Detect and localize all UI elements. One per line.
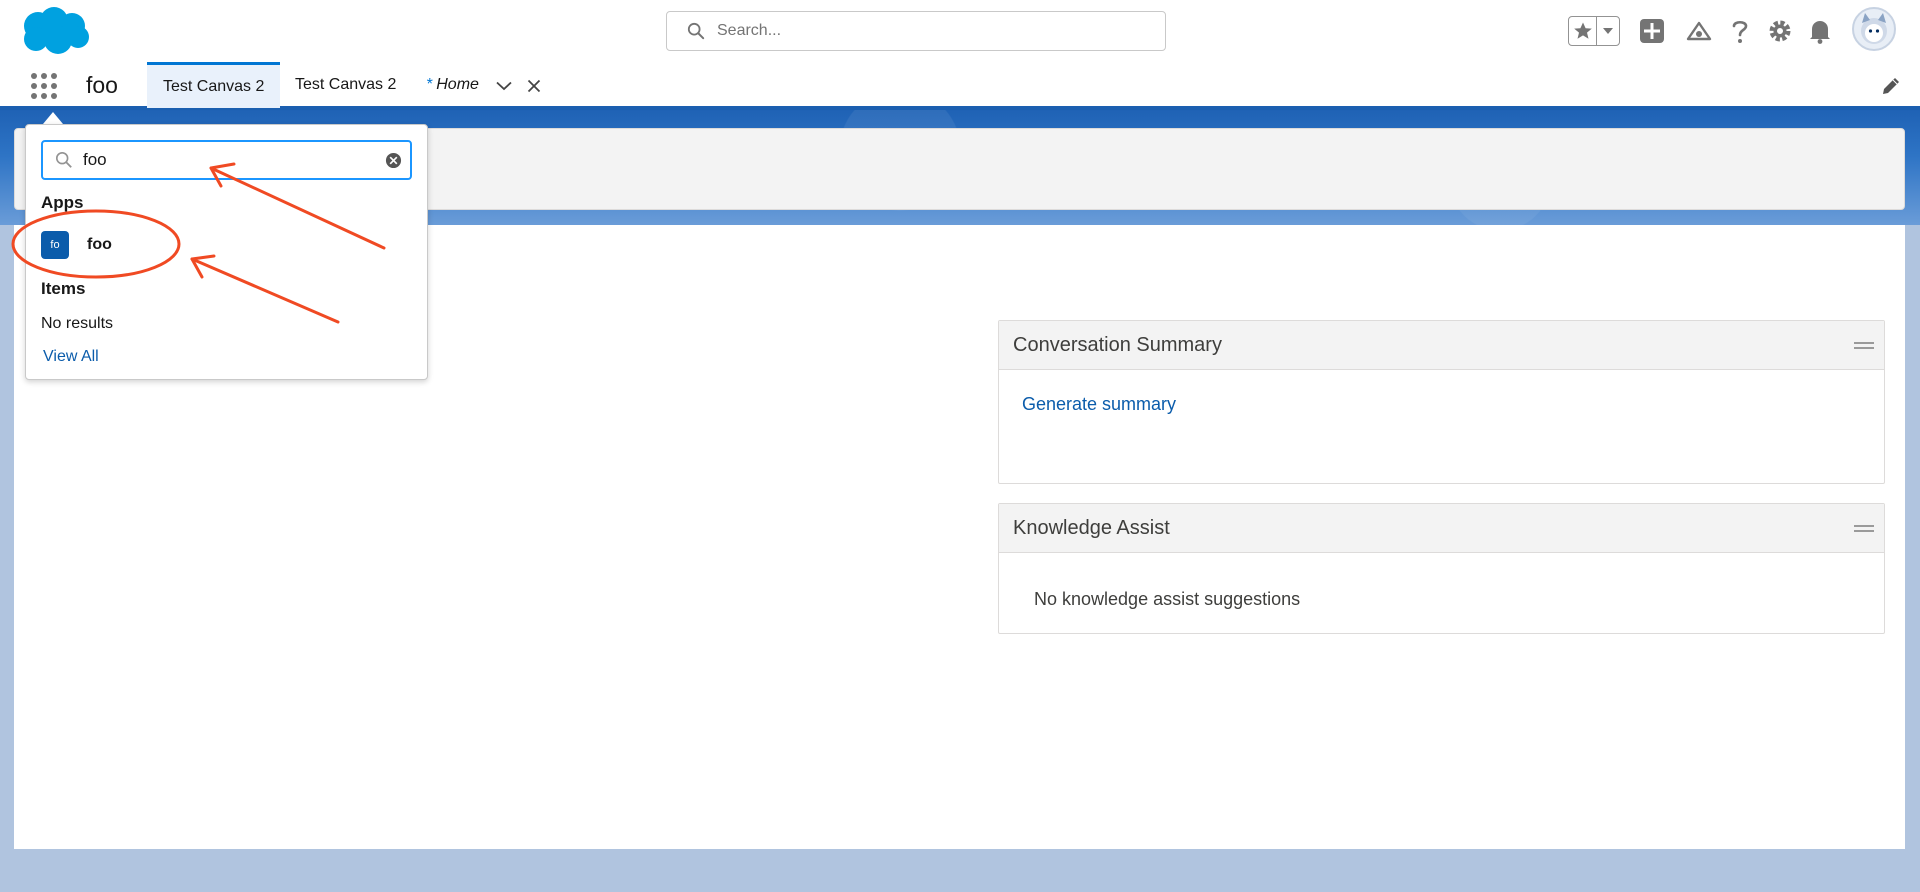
search-icon	[55, 151, 72, 168]
setup-button[interactable]	[1764, 15, 1796, 47]
favorites-group	[1568, 16, 1620, 46]
drag-handle-icon[interactable]	[1854, 525, 1874, 533]
card-header: Knowledge Assist	[999, 504, 1884, 553]
waffle-dot-icon	[41, 73, 47, 79]
global-search-box[interactable]	[666, 11, 1166, 51]
user-avatar[interactable]	[1852, 7, 1896, 51]
no-results-text: No results	[41, 315, 114, 332]
tab-test-canvas-2[interactable]: Test Canvas 2	[147, 62, 281, 108]
generate-summary-link[interactable]: Generate summary	[1022, 394, 1176, 415]
global-header	[0, 0, 1920, 62]
app-result-label: foo	[87, 236, 112, 253]
unsaved-marker: *	[426, 76, 433, 93]
close-icon	[527, 79, 541, 93]
waffle-dot-icon	[51, 73, 57, 79]
items-heading: Items	[41, 279, 86, 298]
waffle-dot-icon	[41, 83, 47, 89]
chevron-down-icon	[496, 81, 512, 91]
waffle-dot-icon	[31, 83, 37, 89]
help-button[interactable]	[1724, 15, 1756, 47]
global-search-input[interactable]	[717, 22, 1137, 40]
empty-state-text: No knowledge assist suggestions	[1034, 589, 1301, 609]
trailhead-button[interactable]	[1683, 15, 1715, 47]
app-name: foo	[86, 72, 118, 98]
waffle-dot-icon	[51, 83, 57, 89]
astro-avatar-icon	[1861, 13, 1887, 44]
favorites-star-button[interactable]	[1569, 17, 1597, 45]
app-tile-icon: fo	[41, 231, 69, 259]
app-launcher-search-box[interactable]	[41, 140, 412, 180]
app-launcher-dropdown: Apps fo foo Items No results View All	[25, 124, 428, 380]
close-home-tab-button[interactable]	[524, 76, 544, 96]
trailhead-icon	[1686, 21, 1712, 41]
dropdown-pointer	[43, 112, 63, 124]
caret-down-icon	[1603, 28, 1613, 34]
waffle-dot-icon	[31, 73, 37, 79]
card-body: Generate summary	[999, 370, 1884, 483]
app-result-foo[interactable]: fo foo	[41, 231, 112, 259]
waffle-dot-icon	[51, 93, 57, 99]
card-header: Conversation Summary	[999, 321, 1884, 370]
conversation-summary-card: Conversation Summary Generate summary	[998, 320, 1885, 484]
app-launcher-search-input[interactable]	[83, 150, 373, 170]
tab-test-canvas-2-second[interactable]: Test Canvas 2	[279, 62, 412, 108]
knowledge-assist-card: Knowledge Assist No knowledge assist sug…	[998, 503, 1885, 634]
card-title: Conversation Summary	[1013, 333, 1222, 356]
salesforce-logo[interactable]	[18, 6, 94, 56]
view-all-link[interactable]: View All	[43, 348, 99, 366]
drag-handle-icon[interactable]	[1854, 342, 1874, 350]
card-body: No knowledge assist suggestions	[999, 553, 1884, 633]
app-launcher-button[interactable]	[28, 70, 60, 102]
clear-search-icon[interactable]	[385, 152, 402, 169]
edit-nav-pencil-icon[interactable]	[1880, 75, 1902, 97]
global-actions-button[interactable]	[1636, 15, 1668, 47]
tab-home[interactable]: * Home	[410, 62, 495, 108]
app-navigation-bar: foo Test Canvas 2 Test Canvas 2 * Home	[0, 62, 1920, 110]
favorites-list-button[interactable]	[1597, 17, 1619, 45]
card-title: Knowledge Assist	[1013, 516, 1170, 539]
apps-heading: Apps	[41, 193, 84, 212]
bell-icon	[1810, 21, 1830, 44]
notifications-button[interactable]	[1804, 15, 1836, 47]
add-icon	[1640, 19, 1664, 43]
gear-icon	[1769, 20, 1791, 42]
search-icon	[687, 22, 705, 40]
help-icon	[1732, 20, 1748, 43]
home-tab-menu-button[interactable]	[494, 76, 514, 96]
star-icon	[1573, 22, 1592, 39]
tab-home-label: Home	[436, 76, 479, 93]
waffle-dot-icon	[31, 93, 37, 99]
waffle-dot-icon	[41, 93, 47, 99]
